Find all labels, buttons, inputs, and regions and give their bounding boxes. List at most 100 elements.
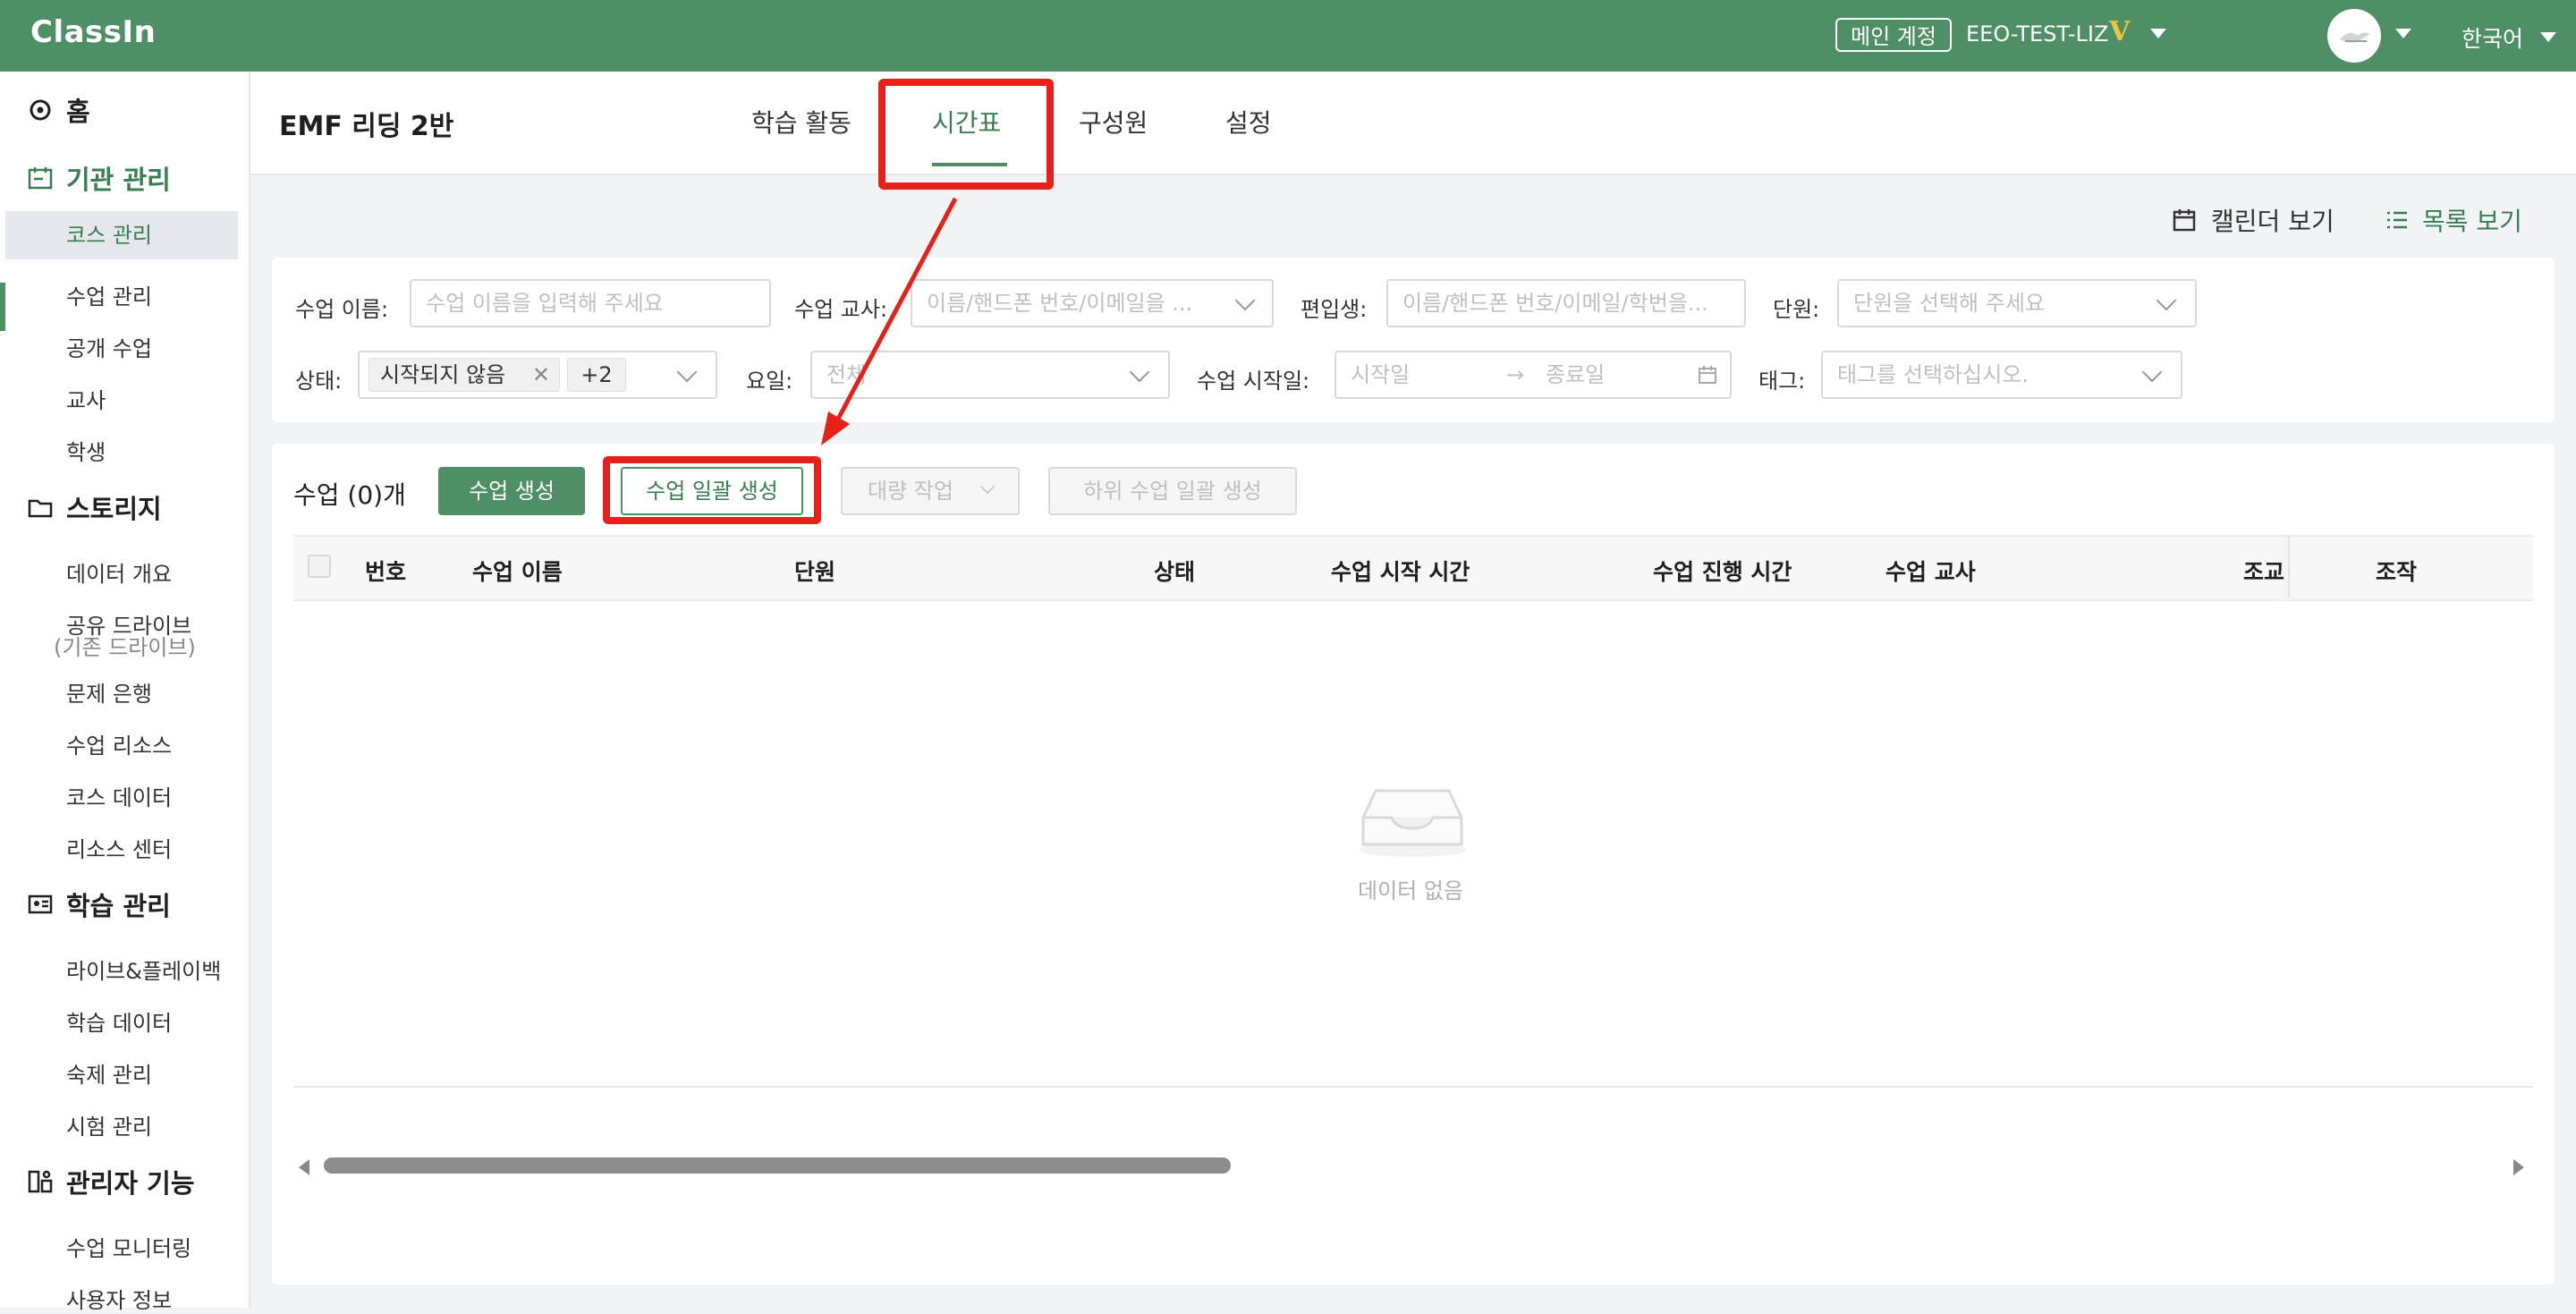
- weekday-value: 전체: [826, 362, 867, 387]
- sidebar-item-lesson[interactable]: 수업 관리: [66, 279, 152, 310]
- unit-label: 단원:: [1773, 297, 1820, 322]
- tag-placeholder: 태그를 선택하십시오.: [1837, 362, 2029, 387]
- list-view-label: 목록 보기: [2422, 207, 2522, 236]
- language-dropdown-icon[interactable]: [2540, 32, 2556, 42]
- sidebar-section-learning[interactable]: 학습 관리: [25, 886, 171, 923]
- teacher-label: 수업 교사:: [794, 297, 888, 322]
- column-assistant[interactable]: 조교: [2243, 555, 2284, 587]
- account-name[interactable]: EEO-TEST-LIZ: [1966, 21, 2108, 47]
- status-label: 상태:: [295, 369, 343, 394]
- tag-label: 태그:: [1758, 369, 1806, 394]
- highlight-box-timetable-tab: [878, 79, 1054, 190]
- weekday-select[interactable]: 전체: [810, 351, 1170, 399]
- avatar-dropdown-icon[interactable]: [2395, 29, 2411, 38]
- date-range-picker[interactable]: 시작일 → 종료일: [1335, 351, 1732, 399]
- column-lesson-name[interactable]: 수업 이름: [472, 555, 563, 587]
- calendar-building-icon: [25, 163, 55, 193]
- highlight-box-bulk-create: [603, 456, 821, 524]
- sidebar-item-lesson-resource[interactable]: 수업 리소스: [66, 728, 172, 759]
- gear-icon: [25, 95, 55, 125]
- sidebar-item-exam[interactable]: 시험 관리: [66, 1109, 152, 1140]
- sidebar-item-course[interactable]: 코스 관리: [5, 211, 238, 259]
- scroll-left-icon[interactable]: [299, 1159, 309, 1175]
- sidebar-item-question-bank[interactable]: 문제 은행: [66, 676, 152, 708]
- top-bar: ClassIn 메인 계정 EEO-TEST-LIZ V 한국어: [0, 0, 2576, 72]
- sidebar-item-homework[interactable]: 숙제 관리: [66, 1057, 152, 1089]
- id-card-icon: [25, 889, 55, 920]
- chevron-down-icon: [979, 479, 996, 495]
- classin-logo[interactable]: ClassIn: [30, 14, 156, 50]
- teacher-placeholder: 이름/핸드폰 번호/이메일을 ...: [927, 291, 1193, 316]
- tab-learning-activity[interactable]: 학습 활동: [751, 104, 852, 140]
- sidebar-section-admin[interactable]: 관리자 기능: [25, 1163, 195, 1200]
- horizontal-scrollbar-thumb[interactable]: [324, 1157, 1231, 1174]
- start-date-placeholder: 시작일: [1351, 362, 1411, 387]
- chevron-down-icon: [2141, 361, 2163, 383]
- sidebar-item-legacy-drive: (기존 드라이브): [54, 635, 196, 660]
- avatar[interactable]: [2327, 9, 2381, 63]
- account-dropdown-icon[interactable]: [2150, 29, 2166, 38]
- column-status[interactable]: 상태: [1154, 555, 1195, 587]
- bulk-action-label: 대량 작업: [868, 479, 953, 504]
- admin-tools-icon: [25, 1166, 55, 1197]
- column-number[interactable]: 번호: [365, 555, 406, 587]
- sidebar-section-learning-label: 학습 관리: [66, 891, 171, 921]
- create-lesson-button[interactable]: 수업 생성: [438, 467, 585, 515]
- avatar-bird-icon: [2340, 32, 2370, 43]
- chip-close-icon[interactable]: ✕: [532, 359, 550, 391]
- sidebar-item-resource-center[interactable]: 리소스 센터: [66, 832, 172, 863]
- chevron-down-icon: [1234, 290, 1256, 311]
- unit-placeholder: 단원을 선택해 주세요: [1853, 291, 2045, 316]
- sidebar-item-open-lesson[interactable]: 공개 수업: [66, 331, 152, 362]
- lesson-name-input[interactable]: 수업 이름을 입력해 주세요: [410, 279, 771, 327]
- column-actions[interactable]: 조작: [2376, 555, 2417, 587]
- language-selector[interactable]: 한국어: [2462, 21, 2523, 54]
- sidebar-section-org[interactable]: 기관 관리: [25, 159, 171, 197]
- weekday-label: 요일:: [746, 369, 793, 394]
- teacher-select[interactable]: 이름/핸드폰 번호/이메일을 ...: [911, 279, 1274, 327]
- tab-members[interactable]: 구성원: [1079, 104, 1148, 140]
- sidebar-item-course-data[interactable]: 코스 데이터: [66, 780, 172, 811]
- status-chip-label: 시작되지 않음: [380, 362, 506, 387]
- course-header: EMF 리딩 2반 학습 활동 시간표 구성원 설정: [250, 72, 2576, 175]
- column-start-time[interactable]: 수업 시작 시간: [1331, 555, 1470, 587]
- tab-settings[interactable]: 설정: [1225, 104, 1272, 140]
- column-teacher[interactable]: 수업 교사: [1885, 555, 1976, 587]
- tag-select[interactable]: 태그를 선택하십시오.: [1821, 351, 2182, 399]
- transfer-student-label: 편입생:: [1301, 297, 1368, 322]
- sidebar-item-live-playback[interactable]: 라이브&플레이백: [66, 954, 221, 985]
- vip-icon: V: [2109, 16, 2131, 47]
- sidebar-item-learning-data[interactable]: 학습 데이터: [66, 1005, 172, 1037]
- transfer-student-input[interactable]: 이름/핸드폰 번호/이메일/학번을...: [1386, 279, 1746, 327]
- calendar-view-toggle[interactable]: 캘린더 보기: [2172, 202, 2334, 238]
- sidebar-item-lesson-monitoring[interactable]: 수업 모니터링: [66, 1231, 191, 1262]
- sidebar-home[interactable]: 홈: [25, 91, 90, 129]
- sidebar-item-teacher[interactable]: 교사: [66, 383, 106, 414]
- list-icon: [2387, 211, 2407, 229]
- sidebar-item-student[interactable]: 학생: [66, 435, 106, 466]
- sidebar-item-user-info[interactable]: 사용자 정보: [66, 1283, 172, 1314]
- sidebar-section-admin-label: 관리자 기능: [66, 1168, 195, 1199]
- status-chip: 시작되지 않음 ✕: [369, 358, 560, 392]
- account-type-badge: 메인 계정: [1835, 18, 1952, 52]
- selected-indicator: [0, 283, 5, 331]
- sidebar-section-storage[interactable]: 스토리지: [25, 488, 162, 526]
- empty-text: 데이터 없음: [1358, 878, 1464, 903]
- calendar-icon: [2173, 209, 2196, 232]
- sub-bulk-create-button[interactable]: 하위 수업 일괄 생성: [1048, 467, 1297, 515]
- unit-select[interactable]: 단원을 선택해 주세요: [1837, 279, 2197, 327]
- table-bottom-divider: [293, 1086, 2533, 1088]
- scroll-right-icon[interactable]: [2513, 1159, 2524, 1175]
- empty-inbox-icon: [1356, 778, 1469, 862]
- column-duration[interactable]: 수업 진행 시간: [1653, 555, 1792, 587]
- select-all-checkbox[interactable]: [308, 555, 331, 578]
- lesson-count: 수업 (0)개: [293, 480, 406, 510]
- sidebar-section-org-label: 기관 관리: [66, 165, 171, 195]
- column-unit[interactable]: 단원: [794, 555, 835, 587]
- list-view-toggle[interactable]: 목록 보기: [2385, 202, 2522, 238]
- filter-panel: 수업 이름: 수업 이름을 입력해 주세요 수업 교사: 이름/핸드폰 번호/이…: [272, 258, 2555, 422]
- fixed-column-divider: [2288, 535, 2290, 598]
- bulk-action-button[interactable]: 대량 작업: [841, 467, 1020, 515]
- calendar-icon: [1699, 366, 1716, 384]
- sidebar-item-data-overview[interactable]: 데이터 개요: [66, 556, 172, 588]
